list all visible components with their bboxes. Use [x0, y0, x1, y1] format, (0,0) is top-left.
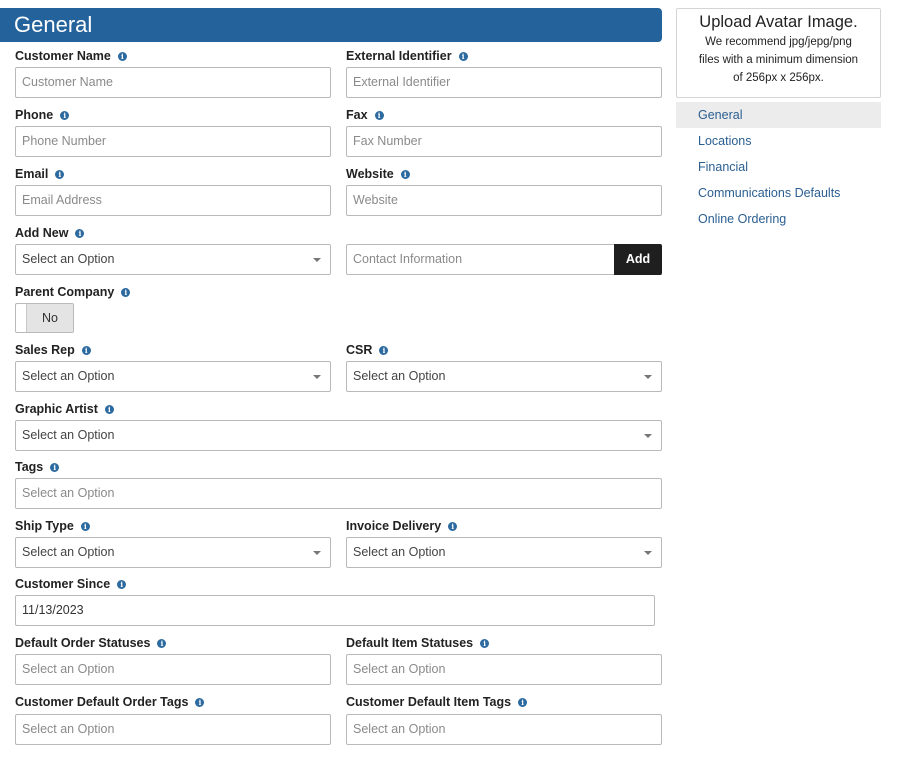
info-icon[interactable]: i — [121, 287, 131, 297]
customer-default-order-tags-label: Customer Default Order Tags i — [15, 695, 205, 709]
website-input[interactable]: Website — [346, 185, 662, 216]
phone-input[interactable]: Phone Number — [15, 126, 331, 157]
info-icon[interactable]: i — [379, 345, 389, 355]
info-icon[interactable]: i — [157, 638, 167, 648]
invoice-delivery-label: Invoice Delivery i — [346, 519, 458, 533]
nav-item-locations[interactable]: Locations — [676, 128, 881, 154]
default-item-statuses-input[interactable]: Select an Option — [346, 654, 662, 685]
info-icon[interactable]: i — [400, 169, 410, 179]
chevron-down-icon — [644, 434, 652, 438]
fax-input[interactable]: Fax Number — [346, 126, 662, 157]
info-icon[interactable]: i — [75, 228, 85, 238]
info-icon[interactable]: i — [458, 51, 468, 61]
avatar-upload-box[interactable]: Upload Avatar Image. We recommend jpg/je… — [676, 8, 881, 98]
info-icon[interactable]: i — [117, 579, 127, 589]
info-icon[interactable]: i — [117, 51, 127, 61]
external-identifier-input[interactable]: External Identifier — [346, 67, 662, 98]
info-icon[interactable]: i — [80, 521, 90, 531]
chevron-down-icon — [313, 551, 321, 555]
info-icon[interactable]: i — [104, 404, 114, 414]
customer-default-order-tags-input[interactable]: Select an Option — [15, 714, 331, 745]
avatar-upload-title: Upload Avatar Image. — [699, 13, 858, 31]
default-item-statuses-label: Default Item Statuses i — [346, 636, 490, 650]
parent-company-label: Parent Company i — [15, 285, 131, 299]
ship-type-label: Ship Type i — [15, 519, 90, 533]
add-new-label: Add New i — [15, 226, 85, 240]
add-contact-button[interactable]: Add — [614, 244, 662, 275]
email-input[interactable]: Email Address — [15, 185, 331, 216]
nav-item-financial[interactable]: Financial — [676, 154, 881, 180]
customer-name-label: Customer Name i — [15, 49, 127, 63]
section-nav: General Locations Financial Communicatio… — [676, 102, 881, 232]
info-icon[interactable]: i — [518, 697, 528, 707]
default-order-statuses-label: Default Order Statuses i — [15, 636, 167, 650]
customer-default-item-tags-input[interactable]: Select an Option — [346, 714, 662, 745]
invoice-delivery-select[interactable]: Select an Option — [346, 537, 662, 568]
section-title: General — [14, 12, 93, 37]
csr-label: CSR i — [346, 343, 389, 357]
chevron-down-icon — [644, 375, 652, 379]
avatar-upload-hint: We recommend jpg/jepg/png files with a m… — [698, 36, 859, 84]
info-icon[interactable]: i — [55, 169, 65, 179]
nav-item-online-ordering[interactable]: Online Ordering — [676, 206, 881, 232]
info-icon[interactable]: i — [195, 697, 205, 707]
nav-item-communications-defaults[interactable]: Communications Defaults — [676, 180, 881, 206]
email-label: Email i — [15, 167, 65, 181]
ship-type-select[interactable]: Select an Option — [15, 537, 331, 568]
phone-label: Phone i — [15, 108, 70, 122]
csr-select[interactable]: Select an Option — [346, 361, 662, 392]
graphic-artist-label: Graphic Artist i — [15, 402, 114, 416]
info-icon[interactable]: i — [374, 110, 384, 120]
customer-name-input[interactable]: Customer Name — [15, 67, 331, 98]
fax-label: Fax i — [346, 108, 384, 122]
graphic-artist-select[interactable]: Select an Option — [15, 420, 662, 451]
contact-information-input[interactable]: Contact Information — [346, 244, 616, 275]
tags-label: Tags i — [15, 460, 60, 474]
sales-rep-select[interactable]: Select an Option — [15, 361, 331, 392]
add-new-type-select[interactable]: Select an Option — [15, 244, 331, 275]
customer-since-date-input[interactable]: 11/13/2023 — [15, 595, 655, 626]
chevron-down-icon — [313, 258, 321, 262]
info-icon[interactable]: i — [50, 462, 60, 472]
chevron-down-icon — [313, 375, 321, 379]
toggle-no-option[interactable]: No — [26, 304, 73, 332]
customer-since-label: Customer Since i — [15, 577, 127, 591]
external-identifier-label: External Identifier i — [346, 49, 468, 63]
sales-rep-label: Sales Rep i — [15, 343, 91, 357]
default-order-statuses-input[interactable]: Select an Option — [15, 654, 331, 685]
info-icon[interactable]: i — [60, 110, 70, 120]
tags-input[interactable]: Select an Option — [15, 478, 662, 509]
parent-company-toggle[interactable]: No — [15, 303, 74, 333]
info-icon[interactable]: i — [480, 638, 490, 648]
website-label: Website i — [346, 167, 410, 181]
nav-item-general[interactable]: General — [676, 102, 881, 128]
customer-default-item-tags-label: Customer Default Item Tags i — [346, 695, 528, 709]
section-header-general: General — [0, 8, 662, 42]
info-icon[interactable]: i — [81, 345, 91, 355]
info-icon[interactable]: i — [448, 521, 458, 531]
chevron-down-icon — [644, 551, 652, 555]
